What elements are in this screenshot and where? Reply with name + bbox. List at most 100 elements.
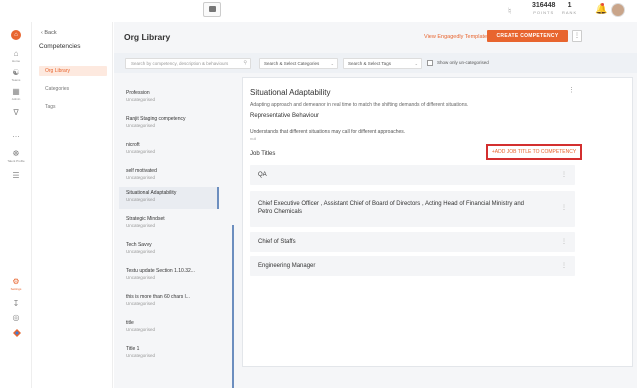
- chevron-down-icon: ⌄: [414, 61, 418, 66]
- sidebar-item-tags[interactable]: Tags: [39, 102, 107, 112]
- list-icon: ☰: [12, 171, 20, 180]
- rank-label: RANK: [562, 10, 578, 15]
- competency-item[interactable]: Tech Savvy Uncategorised: [119, 239, 219, 261]
- filter-bar: Search by competency, description & beha…: [114, 53, 637, 73]
- competency-category: Uncategorised: [126, 149, 156, 154]
- nav-upload[interactable]: ↧: [0, 299, 32, 308]
- uncategorised-label: Show only un-categorised: [437, 60, 489, 65]
- competency-name: Profession: [126, 90, 150, 96]
- detail-more-icon[interactable]: ⋮: [568, 86, 575, 94]
- home-active-icon[interactable]: ⌂: [11, 30, 21, 40]
- competency-name: Strategic Mindset: [126, 216, 165, 222]
- competency-item-selected[interactable]: Situational Adaptability Uncategorised: [119, 187, 219, 209]
- competency-category: Uncategorised: [126, 301, 156, 306]
- competencies-sidebar: ‹ Back Competencies Org Library Categori…: [33, 22, 113, 388]
- competency-item[interactable]: this is more than 60 chars l... Uncatego…: [119, 291, 219, 313]
- behaviour-null-text: null: [250, 136, 257, 141]
- nav-home[interactable]: ⌂ Home: [0, 49, 32, 63]
- nav-list[interactable]: ☰: [0, 171, 32, 180]
- row-more-icon[interactable]: ⋮: [561, 238, 567, 245]
- competency-detail-panel: Situational Adaptability ⋮ Adapting appr…: [242, 77, 633, 367]
- help-icon: ◎: [12, 313, 20, 322]
- detail-description: Adapting approach and demeanor in real t…: [250, 102, 469, 108]
- nav-help[interactable]: ◎: [0, 313, 32, 322]
- nav-settings[interactable]: ⚙ Settings: [0, 277, 32, 291]
- left-icon-nav: ⌂ ⌂ Home ☯ Teams ▦ Admin ∇ … ☸ Talent Pr…: [0, 22, 32, 388]
- chevron-down-icon: ⌄: [330, 61, 334, 66]
- talent-profile-icon: ☸: [12, 149, 20, 158]
- job-title-text: Chief Executive Officer , Assistant Chie…: [258, 201, 525, 215]
- competency-name: Situational Adaptability: [126, 190, 177, 196]
- nav-home-label: Home: [11, 59, 20, 63]
- megaphone-icon[interactable]: ♮: [508, 6, 511, 17]
- company-logo[interactable]: [203, 2, 221, 17]
- uncategorised-checkbox[interactable]: [427, 60, 433, 66]
- categories-select[interactable]: Search & Select Categories ⌄: [259, 58, 338, 69]
- back-link[interactable]: ‹ Back: [41, 30, 57, 36]
- competency-name: nicroft: [126, 142, 140, 148]
- competency-name: this is more than 60 chars l...: [126, 294, 190, 300]
- job-title-row[interactable]: QA ⋮: [250, 165, 575, 185]
- nav-analytics[interactable]: ∇: [0, 108, 32, 117]
- row-more-icon[interactable]: ⋮: [561, 262, 567, 269]
- competency-item[interactable]: nicroft Uncategorised: [119, 139, 219, 161]
- tags-select[interactable]: Search & Select Tags ⌄: [343, 58, 422, 69]
- competency-name: self motivated: [126, 168, 157, 174]
- row-more-icon[interactable]: ⋮: [561, 171, 567, 178]
- sidebar-title: Competencies: [39, 43, 81, 50]
- analytics-icon: ∇: [13, 108, 19, 117]
- points-value: 316448: [532, 2, 556, 9]
- rank-counter: 1 RANK: [562, 2, 577, 15]
- add-job-title-button[interactable]: +ADD JOB TITLE TO COMPETENCY: [486, 144, 582, 160]
- competency-name: Tech Savvy: [126, 242, 152, 248]
- nav-settings-label: Settings: [10, 287, 22, 291]
- job-title-row[interactable]: Chief Executive Officer , Assistant Chie…: [250, 191, 575, 227]
- job-title-row[interactable]: Engineering Manager ⋮: [250, 256, 575, 276]
- competency-category: Uncategorised: [126, 223, 156, 228]
- search-placeholder: Search by competency, description & beha…: [131, 61, 229, 66]
- sidebar-item-org-library[interactable]: Org Library: [39, 66, 107, 76]
- categories-placeholder: Search & Select Categories: [264, 61, 320, 66]
- nav-teams[interactable]: ☯ Teams: [0, 68, 32, 82]
- page-title: Org Library: [124, 32, 171, 42]
- teams-icon: ☯: [12, 68, 20, 77]
- back-arrow-icon: ‹: [41, 30, 43, 36]
- more-icon: …: [12, 130, 20, 139]
- upload-icon: ↧: [12, 299, 20, 308]
- nav-admin-label: Admin: [11, 97, 21, 101]
- competency-name: Ranjit Staging competency: [126, 116, 186, 122]
- sidebar-item-categories[interactable]: Categories: [39, 84, 107, 94]
- search-input[interactable]: Search by competency, description & beha…: [125, 58, 251, 69]
- job-title-row[interactable]: Chief of Staffs ⋮: [250, 232, 575, 252]
- create-competency-button[interactable]: CREATE COMPETENCY: [487, 30, 568, 42]
- competency-name: Testu update Section 1.10.32...: [126, 268, 195, 274]
- nav-more[interactable]: …: [0, 130, 32, 139]
- job-title-text: Chief of Staffs: [258, 239, 296, 245]
- competency-item[interactable]: Strategic Mindset Uncategorised: [119, 213, 219, 235]
- settings-icon: ⚙: [12, 277, 20, 286]
- competency-category: Uncategorised: [126, 123, 156, 128]
- competency-name: Title 1: [126, 346, 140, 352]
- header-more-button[interactable]: ⋮: [572, 30, 582, 42]
- user-avatar[interactable]: [611, 3, 625, 17]
- view-templates-link[interactable]: View Engagedly Templates: [424, 34, 490, 40]
- job-title-text: QA: [258, 172, 267, 178]
- nav-talent-profile[interactable]: ☸ Talent Profile: [0, 149, 32, 163]
- list-scroll-indicator[interactable]: [232, 225, 234, 388]
- nav-admin[interactable]: ▦ Admin: [0, 87, 32, 101]
- rank-value: 1: [567, 2, 572, 9]
- competency-item[interactable]: Ranjit Staging competency Uncategorised: [119, 113, 219, 135]
- rep-behaviour-heading: Representative Behaviour: [250, 113, 320, 119]
- row-more-icon[interactable]: ⋮: [561, 204, 567, 211]
- tags-placeholder: Search & Select Tags: [348, 61, 391, 66]
- back-label: Back: [44, 30, 57, 36]
- competency-item[interactable]: title Uncategorised: [119, 317, 219, 339]
- competency-category: Uncategorised: [126, 249, 156, 254]
- competency-category: Uncategorised: [126, 353, 156, 358]
- competency-item[interactable]: Profession Uncategorised: [119, 87, 219, 109]
- competency-item[interactable]: Testu update Section 1.10.32... Uncatego…: [119, 265, 219, 287]
- competency-category: Uncategorised: [126, 97, 156, 102]
- competency-item[interactable]: self motivated Uncategorised: [119, 165, 219, 187]
- home-icon: ⌂: [13, 49, 19, 58]
- competency-item[interactable]: Title 1 Uncategorised: [119, 343, 219, 365]
